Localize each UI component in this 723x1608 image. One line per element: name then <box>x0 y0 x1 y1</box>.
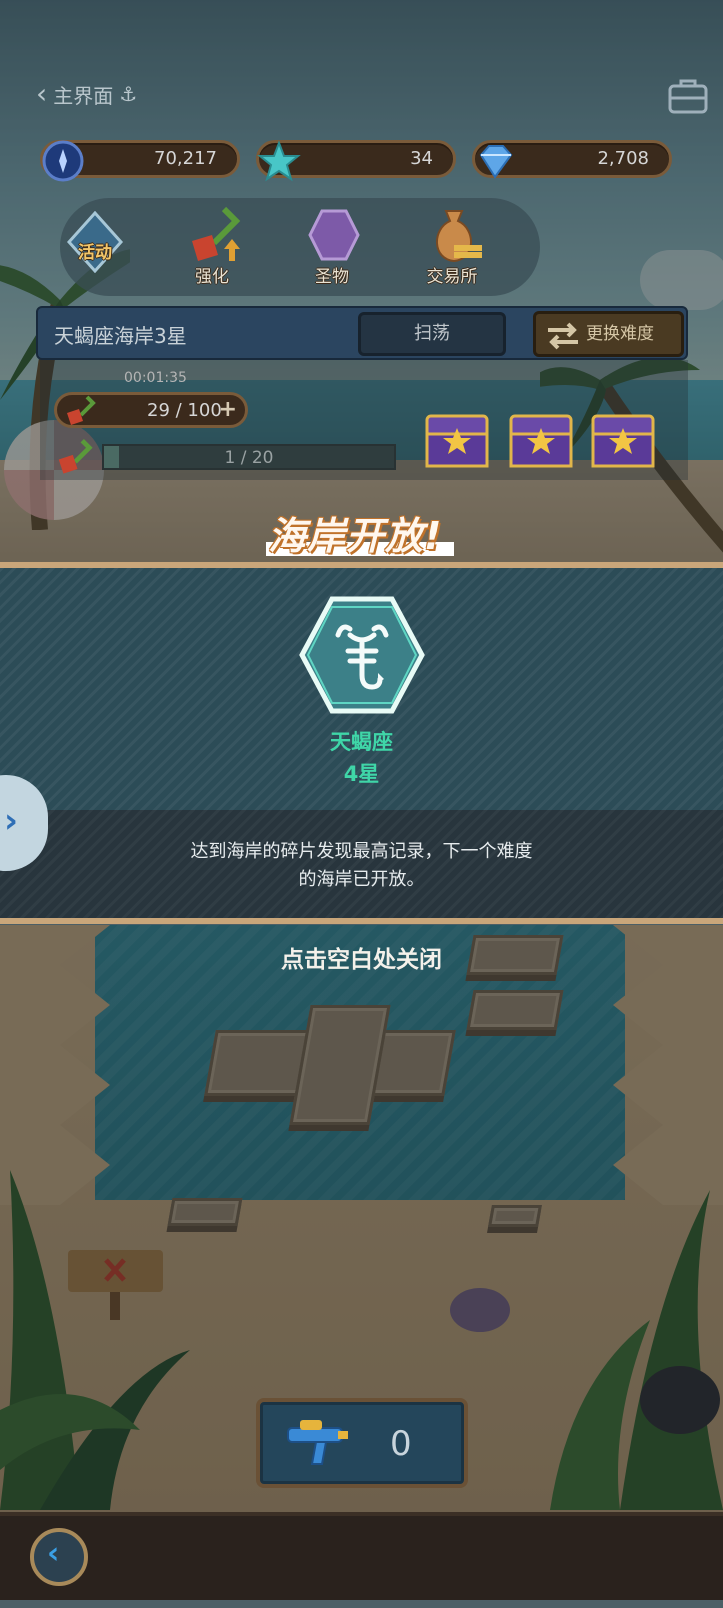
starfish-icon <box>257 140 301 182</box>
unlock-description: 达到海岸的碎片发现最高记录，下一个难度 的海岸已开放。 <box>0 838 723 894</box>
gem-icon <box>479 145 513 179</box>
swap-arrows-icon <box>548 322 578 350</box>
main-menu-label: 主界面 <box>53 83 114 108</box>
menu-upgrade-label: 强化 <box>195 267 229 287</box>
plus-icon[interactable]: + <box>219 397 237 422</box>
menu-relic[interactable]: 圣物 <box>282 205 382 293</box>
treasure-chest-icon[interactable] <box>590 410 656 470</box>
constellation-stars: 4星 <box>343 762 380 786</box>
change-difficulty-label: 更换难度 <box>586 324 654 344</box>
discovery-progress: 1 / 20 <box>102 444 396 470</box>
menu-exchange-label: 交易所 <box>426 267 478 287</box>
bottom-bar <box>0 1512 723 1600</box>
resource-gems[interactable]: 2,708 <box>472 140 672 179</box>
relic-icon <box>308 209 360 261</box>
resource-starfish[interactable]: 34 <box>256 140 456 182</box>
menu-exchange[interactable]: 交易所 <box>402 205 502 293</box>
chevron-right-icon: › <box>4 801 19 841</box>
main-menu-link[interactable]: ‹ 主界面 ⚓ <box>36 78 137 110</box>
treasure-bag-icon <box>436 210 482 263</box>
description-line-1: 达到海岸的碎片发现最高记录，下一个难度 <box>190 841 533 862</box>
shovel-count: 29 / 100 <box>147 400 222 421</box>
constellation-name: 天蝎座 <box>330 730 393 754</box>
starfish-value: 34 <box>410 148 433 169</box>
menu-upgrade[interactable]: 强化 <box>162 205 262 293</box>
gems-value: 2,708 <box>597 148 649 169</box>
chevron-left-icon: ‹ <box>36 77 48 110</box>
progress-text: 1 / 20 <box>224 448 274 468</box>
menu-event-label: 活动 <box>78 243 112 263</box>
refill-timer: 00:01:35 <box>124 370 187 386</box>
tap-to-close-hint[interactable]: 点击空白处关闭 <box>0 940 723 974</box>
menu-event[interactable]: 活动 <box>45 205 145 293</box>
shovel-icon <box>58 439 93 474</box>
shovel-icon <box>67 395 96 425</box>
popup-border-bottom <box>0 918 723 924</box>
sweep-button[interactable]: 扫荡 <box>358 312 506 356</box>
description-line-2: 的海岸已开放。 <box>298 869 425 890</box>
resource-coins[interactable]: 70,217 <box>40 140 240 182</box>
shovel-counter[interactable]: 29 / 100 + <box>54 392 248 428</box>
water-gun-count: 0 <box>390 1424 412 1464</box>
toolbox-icon[interactable] <box>668 76 708 116</box>
scorpion-icon <box>299 596 425 714</box>
water-gun-icon <box>287 1420 348 1465</box>
stage-title: 天蝎座海岸3星 <box>54 324 187 348</box>
compass-coin-icon <box>42 140 84 182</box>
anchor-icon: ⚓ <box>119 82 138 106</box>
water-gun-slot[interactable]: 0 <box>256 1398 468 1488</box>
shovel-upgrade-icon <box>192 206 241 261</box>
back-round-button[interactable]: ‹ <box>30 1528 88 1586</box>
treasure-chest-icon[interactable] <box>508 410 574 470</box>
popup-headline: 海岸开放! <box>268 514 443 558</box>
coins-value: 70,217 <box>154 148 217 169</box>
change-difficulty-button[interactable]: 更换难度 <box>533 311 684 357</box>
chevron-left-icon: ‹ <box>47 1536 60 1571</box>
menu-relic-label: 圣物 <box>315 267 349 287</box>
treasure-chest-icon[interactable] <box>424 410 490 470</box>
